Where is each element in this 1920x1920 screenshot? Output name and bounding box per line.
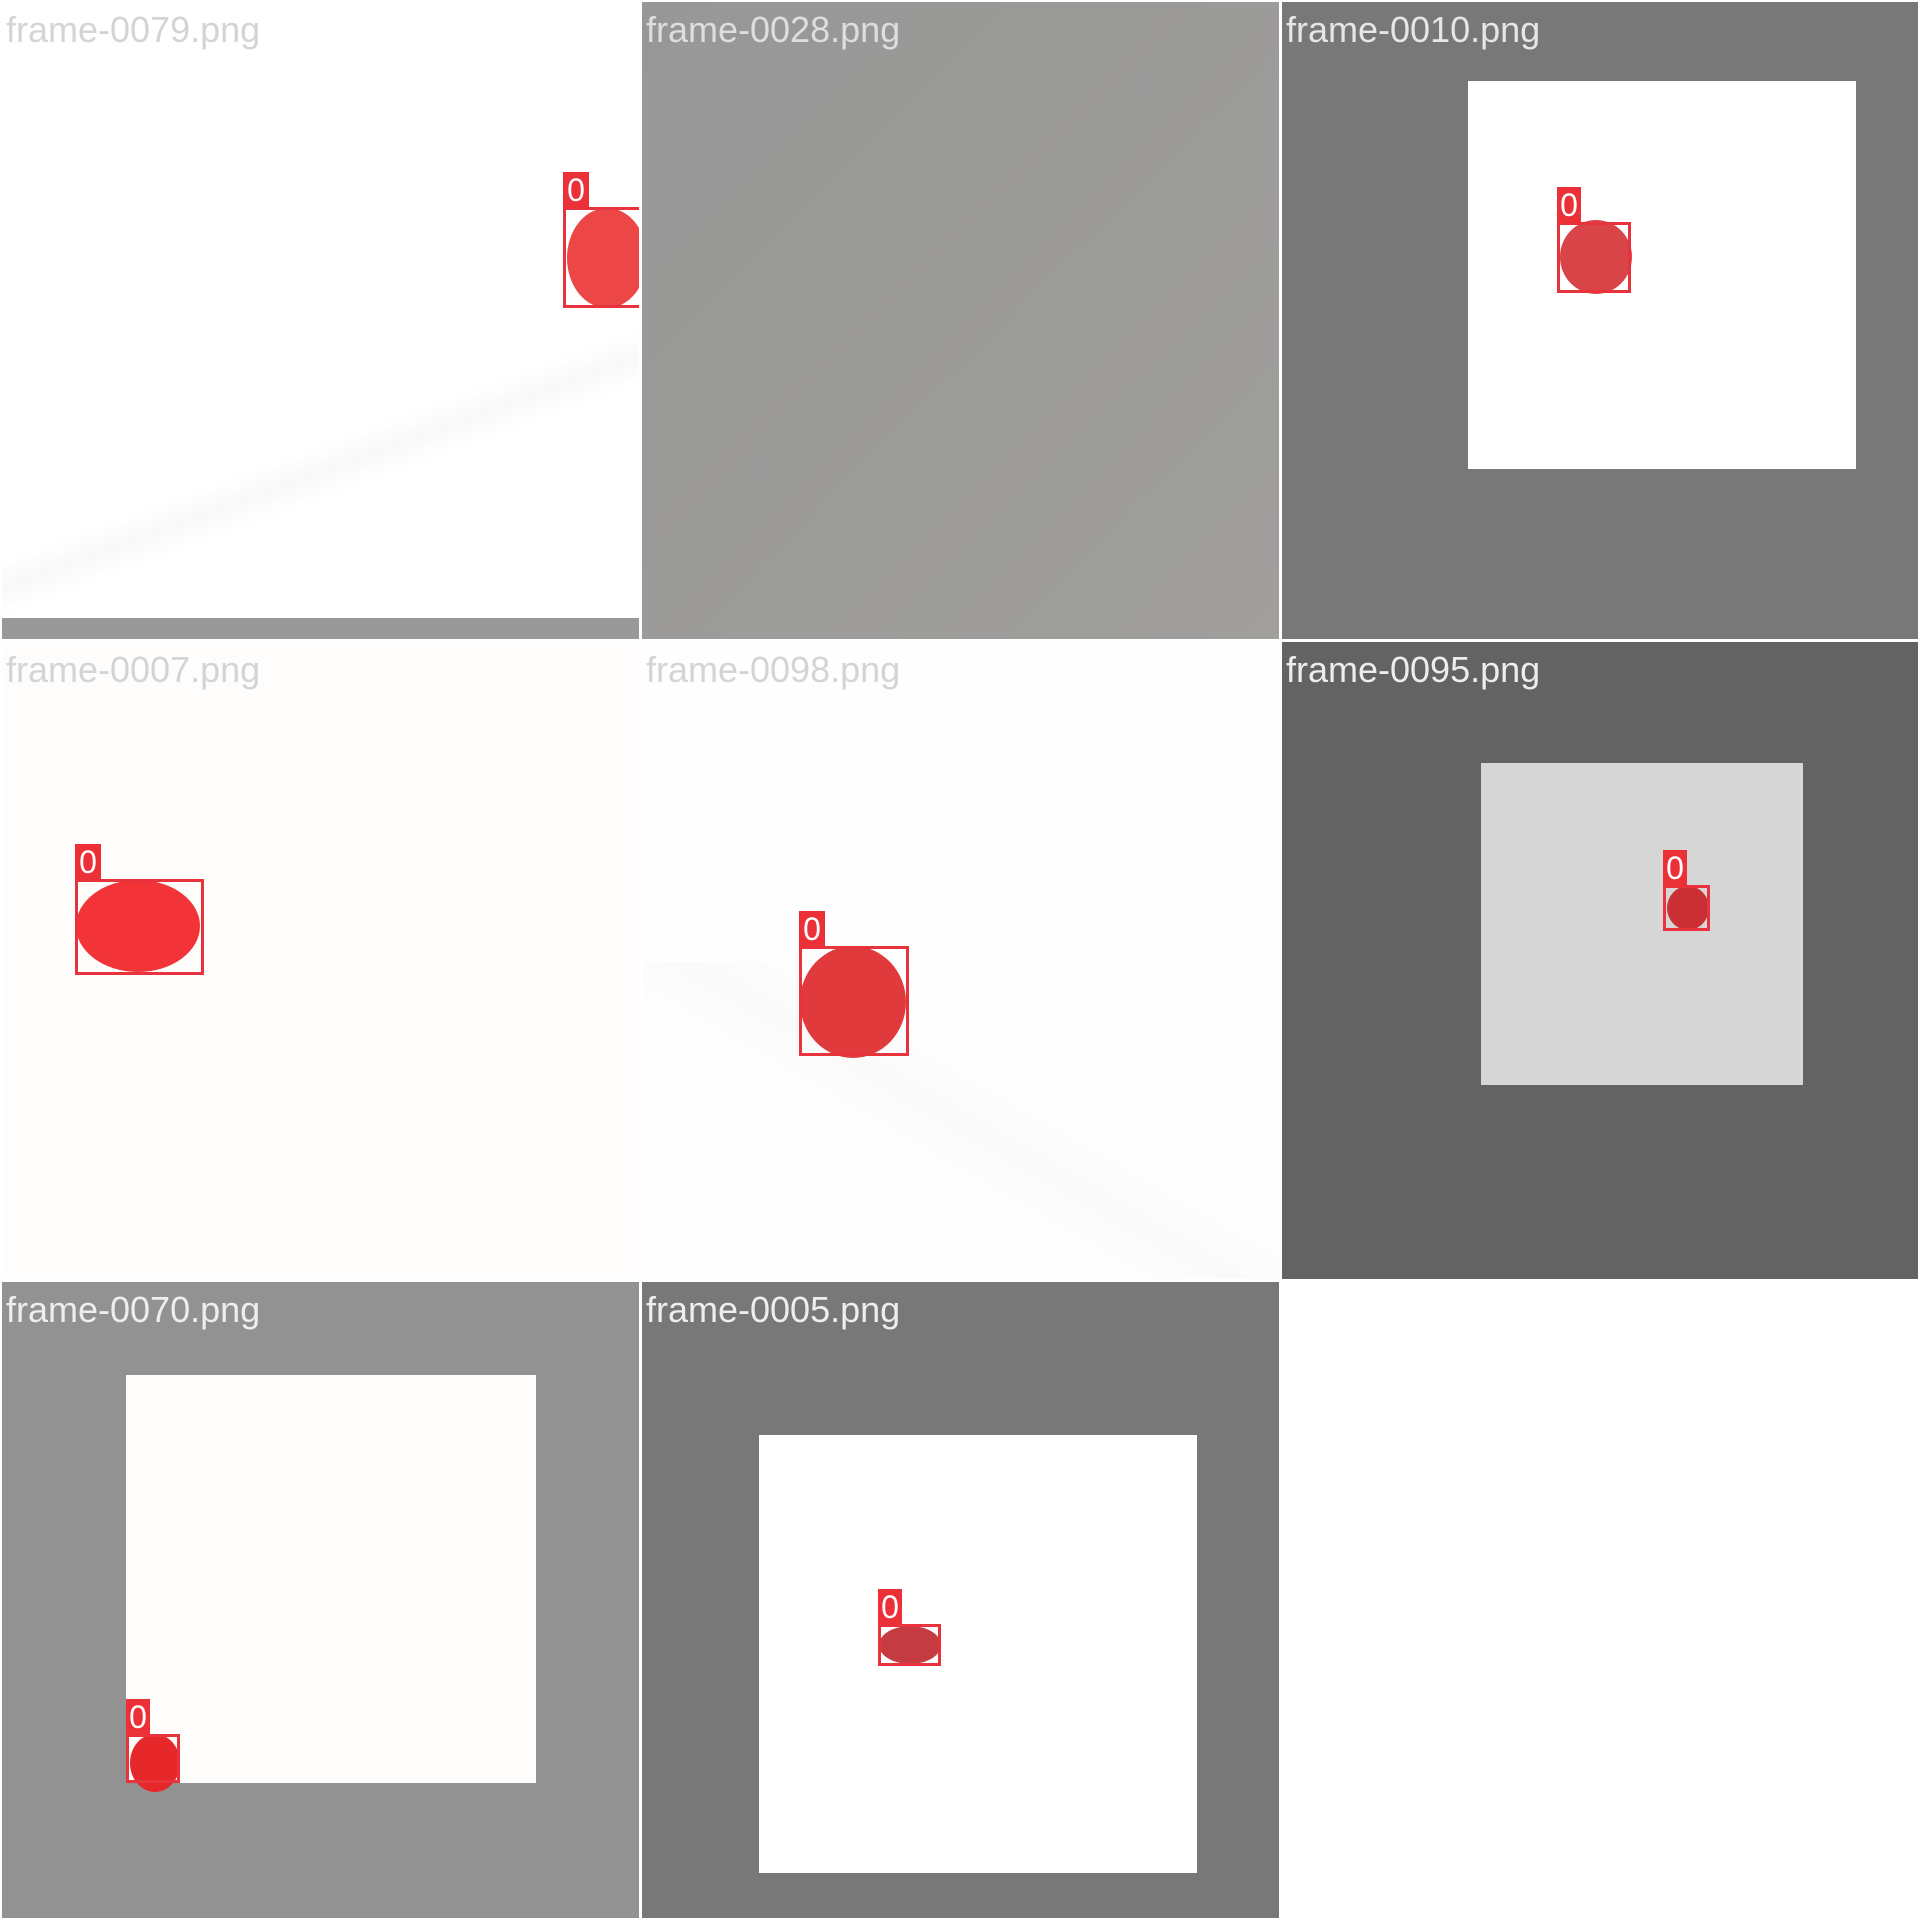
empty-grid-cell bbox=[1282, 1282, 1918, 1918]
detection-box bbox=[563, 207, 639, 308]
grid-tile[interactable]: frame-0005.png 0 bbox=[642, 1282, 1279, 1918]
frame-filename: frame-0005.png bbox=[646, 1289, 901, 1330]
shadow-streak bbox=[642, 962, 1279, 1279]
class-label: 0 bbox=[1557, 187, 1581, 223]
white-panel bbox=[126, 1375, 536, 1783]
grid-tile[interactable]: frame-0028.png bbox=[642, 2, 1279, 639]
detection-box bbox=[126, 1734, 180, 1783]
frame-filename: frame-0070.png bbox=[6, 1289, 261, 1330]
class-label: 0 bbox=[799, 911, 825, 947]
detection-box bbox=[799, 946, 909, 1056]
grid-tile[interactable]: frame-0007.png 0 bbox=[2, 642, 639, 1279]
white-panel bbox=[1468, 81, 1856, 469]
gray-floor-strip bbox=[2, 618, 639, 639]
shadow-streak bbox=[2, 302, 639, 639]
class-label: 0 bbox=[126, 1699, 150, 1735]
class-label: 0 bbox=[563, 172, 589, 208]
detection-box bbox=[878, 1624, 941, 1666]
detection-box bbox=[1557, 222, 1631, 293]
grid-tile[interactable]: frame-0098.png 0 bbox=[642, 642, 1279, 1279]
class-label: 0 bbox=[1663, 850, 1687, 886]
detection-box bbox=[75, 879, 204, 975]
white-panel bbox=[759, 1435, 1197, 1873]
light-gray-panel bbox=[1481, 763, 1803, 1085]
frame-filename: frame-0098.png bbox=[646, 649, 901, 690]
grid-tile[interactable]: frame-0095.png 0 bbox=[1282, 642, 1918, 1279]
class-label: 0 bbox=[878, 1589, 902, 1625]
grid-tile[interactable]: frame-0079.png 0 bbox=[2, 2, 639, 639]
frame-filename: frame-0010.png bbox=[1286, 9, 1541, 50]
frame-filename: frame-0028.png bbox=[646, 9, 901, 50]
frame-filename: frame-0079.png bbox=[6, 9, 261, 50]
frame-filename: frame-0095.png bbox=[1286, 649, 1541, 690]
detection-box bbox=[1663, 885, 1710, 931]
class-label: 0 bbox=[75, 844, 101, 880]
grid-tile[interactable]: frame-0070.png 0 bbox=[2, 1282, 639, 1918]
grid-tile[interactable]: frame-0010.png 0 bbox=[1282, 2, 1918, 639]
frame-filename: frame-0007.png bbox=[6, 649, 261, 690]
